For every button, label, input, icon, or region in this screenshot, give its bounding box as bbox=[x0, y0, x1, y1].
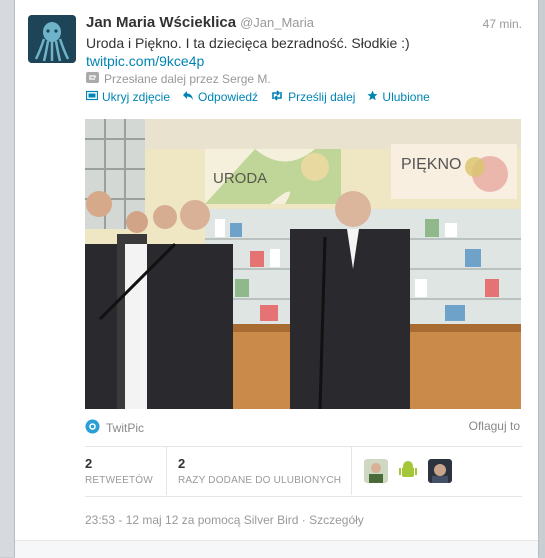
favorite-label: Ulubione bbox=[382, 90, 430, 104]
tweet-link[interactable]: twitpic.com/9kce4p bbox=[86, 53, 204, 69]
author-handle[interactable]: @Jan_Maria bbox=[240, 15, 314, 30]
twitpic-logo-icon bbox=[85, 419, 100, 437]
retweeted-by: Przesłane dalej przez Serge M. bbox=[86, 72, 271, 86]
reply-arrow-icon bbox=[182, 90, 194, 104]
media-provider[interactable]: TwitPic bbox=[85, 419, 144, 437]
favorites-label: RAZY DODANE DO ULUBIONYCH bbox=[178, 475, 342, 486]
flag-media-link[interactable]: Oflaguj to bbox=[469, 419, 520, 433]
author-avatar[interactable] bbox=[28, 15, 76, 63]
avatar[interactable] bbox=[428, 459, 452, 483]
tweet-actions: Ukryj zdjęcie Odpowiedź Prześlij dalej U… bbox=[85, 90, 430, 104]
tweet-photo[interactable]: URODA PIĘKNO bbox=[85, 119, 521, 409]
retweet-button[interactable]: Prześlij dalej bbox=[270, 90, 355, 104]
avatar[interactable] bbox=[396, 459, 420, 483]
tweet-text: Uroda i Piękno. I ta dziecięca bezradnoś… bbox=[86, 35, 410, 51]
tweet-meta[interactable]: 23:53 - 12 maj 12 za pomocą Silver Bird … bbox=[85, 513, 364, 527]
stats-separator-2 bbox=[351, 447, 352, 495]
sign-piekno: PIĘKNO bbox=[401, 156, 461, 173]
retweet-small-icon bbox=[86, 72, 99, 86]
retweets-count: 2 bbox=[85, 456, 93, 471]
star-icon bbox=[367, 90, 378, 104]
page-background bbox=[0, 0, 14, 557]
card-footer bbox=[15, 540, 538, 558]
reply-label: Odpowiedź bbox=[198, 90, 259, 104]
author-name[interactable]: Jan Maria Wścieklica @Jan_Maria bbox=[86, 14, 314, 31]
retweets-stat[interactable]: 2 RETWEETÓW bbox=[85, 456, 153, 486]
media-provider-name[interactable]: TwitPic bbox=[106, 421, 144, 435]
stats-divider-bottom bbox=[85, 496, 522, 497]
retweeted-by-text[interactable]: Przesłane dalej przez Serge M. bbox=[104, 72, 271, 86]
reply-button[interactable]: Odpowiedź bbox=[182, 90, 258, 104]
tweet-time[interactable]: 47 min. bbox=[483, 17, 522, 31]
avatar[interactable] bbox=[364, 459, 388, 483]
retweet-icon bbox=[270, 90, 284, 104]
favorites-count: 2 bbox=[178, 456, 186, 471]
sign-uroda: URODA bbox=[213, 170, 267, 187]
retweet-label: Prześlij dalej bbox=[288, 90, 356, 104]
favorite-button[interactable]: Ulubione bbox=[367, 90, 430, 104]
author-name-text[interactable]: Jan Maria Wścieklica bbox=[86, 14, 236, 31]
hide-photo-button[interactable]: Ukryj zdjęcie bbox=[85, 90, 171, 104]
hide-photo-label: Ukryj zdjęcie bbox=[102, 90, 171, 104]
favorites-stat[interactable]: 2 RAZY DODANE DO ULUBIONYCH bbox=[178, 456, 341, 486]
stats-separator-1 bbox=[166, 447, 167, 495]
photo-icon bbox=[85, 90, 99, 104]
retweets-label: RETWEETÓW bbox=[85, 475, 153, 486]
stats-divider-top bbox=[85, 446, 522, 447]
favoriters-avatars bbox=[364, 459, 452, 483]
tweet-card: Jan Maria Wścieklica @Jan_Maria 47 min. U… bbox=[14, 0, 539, 558]
